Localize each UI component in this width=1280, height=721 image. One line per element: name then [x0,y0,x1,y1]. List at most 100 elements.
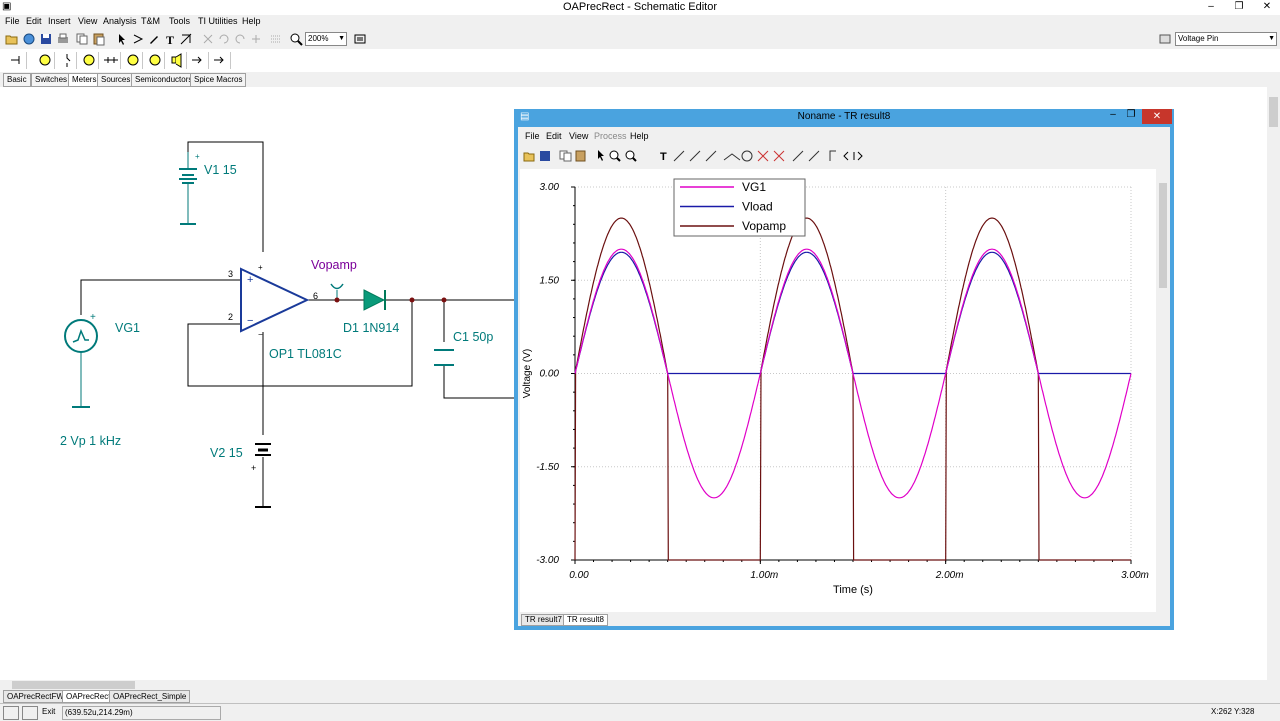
print-icon[interactable] [55,31,71,47]
zoom-icon[interactable] [288,31,304,47]
menu-tm[interactable]: T&M [141,16,160,26]
scroll-thumb[interactable] [1159,183,1167,288]
open-icon[interactable] [4,31,20,47]
undo-icon[interactable] [216,31,232,47]
text-icon[interactable]: T [162,31,178,47]
scroll-thumb[interactable] [1269,97,1278,127]
tab-switches[interactable]: Switches [31,73,72,87]
plus-icon[interactable] [248,31,264,47]
redo-icon[interactable] [232,31,248,47]
pointer-icon[interactable] [114,31,130,47]
led-component-icon[interactable] [124,52,143,69]
result-close-button[interactable]: ✕ [1142,109,1172,124]
terminal-out-component-icon[interactable] [212,52,231,69]
status-coords: (639.52u,214.29m) [62,706,221,720]
y-tick-label: 3.00 [540,182,560,193]
svg-text:T: T [166,33,174,46]
svg-text:−: − [247,315,253,327]
maximize-button[interactable]: ❐ [1228,0,1250,14]
speaker-component-icon[interactable] [168,52,187,69]
menu-edit[interactable]: Edit [26,16,42,26]
y-tick-label: 0.00 [540,369,560,380]
tab-basic[interactable]: Basic [3,73,31,87]
svg-text:+: + [90,312,96,323]
menu-help[interactable]: Help [242,16,261,26]
x-tick-label: 0.00 [569,570,589,581]
x-tick-label: 2.00m [935,570,964,581]
result-tool-icons: T [523,150,863,163]
tab-spice-macros[interactable]: Spice Macros [190,73,247,87]
zoom-select[interactable]: 200% ▼ [305,32,347,46]
tab-meters[interactable]: Meters [68,73,101,87]
doc-tab-oaprecrectfw[interactable]: OAPrecRectFW [3,690,68,703]
meter-component-icon[interactable] [146,52,165,69]
result-menu-file[interactable]: File [525,131,540,141]
waveform-chart: 3.00 1.50 0.00 -1.50 -3.00 0.00 1.00m 2.00m 3.00… [522,178,1149,596]
voltage-pin-select[interactable]: Voltage Pin ▼ [1175,32,1277,46]
component-search-icon[interactable] [352,31,368,47]
wire-icon[interactable] [130,31,146,47]
vg1-value: 2 Vp 1 kHz [60,434,122,448]
scroll-thumb[interactable] [12,681,135,689]
result-menu-bar: File Edit View Process Help [518,127,1170,143]
y-tick-label: 1.50 [540,275,560,286]
tab-tr-result8[interactable]: TR result8 [563,614,608,626]
menu-ti-utilities[interactable]: TI Utilities [198,16,238,26]
minimize-button[interactable]: – [1200,0,1222,14]
result-menu-process[interactable]: Process [594,131,627,141]
status-mode-icon[interactable] [3,706,19,720]
component-bar [0,49,1280,73]
result-minimize-button[interactable]: – [1106,109,1120,120]
result-menu-help[interactable]: Help [630,131,649,141]
save-icon[interactable] [38,31,54,47]
tab-semiconductors[interactable]: Semiconductors [131,73,197,87]
result-menu-edit[interactable]: Edit [546,131,562,141]
result-maximize-button[interactable]: ❐ [1124,109,1138,120]
menu-view[interactable]: View [78,16,97,26]
svg-text:+: + [251,463,256,473]
doc-tab-oaprecrect[interactable]: OAPrecRect [62,690,115,703]
paste-icon[interactable] [91,31,107,47]
vg1-source [64,319,98,408]
v1-battery [179,152,197,225]
tab-sources[interactable]: Sources [97,73,135,87]
pencil-icon[interactable] [146,31,162,47]
status-grid-icon[interactable] [22,706,38,720]
cut-icon[interactable] [200,31,216,47]
menu-file[interactable]: File [5,16,20,26]
globe-icon[interactable] [21,31,37,47]
menu-insert[interactable]: Insert [48,16,71,26]
result-window-body: File Edit View Process Help T 3.00 1.50 … [518,127,1170,626]
result-vertical-scrollbar[interactable] [1158,169,1168,612]
document-tabs: OAPrecRectFW OAPrecRect OAPrecRect_Simpl… [0,690,1280,703]
terminal-in-component-icon[interactable] [190,52,209,69]
x-axis-label: Time (s) [833,584,873,596]
doc-tab-oaprecrect-simple[interactable]: OAPrecRect_Simple [109,690,191,703]
switch-component-icon[interactable] [58,52,77,69]
probe-icon[interactable] [178,31,194,47]
pin-tool-icon[interactable] [1157,31,1173,47]
v1-label: V1 15 [204,163,237,177]
plot-area[interactable]: 3.00 1.50 0.00 -1.50 -3.00 0.00 1.00m 2.00m 3.00… [520,169,1156,612]
ground-component-icon[interactable] [8,52,27,69]
copy-icon[interactable] [74,31,90,47]
horizontal-scrollbar[interactable] [0,680,1267,690]
result-window[interactable]: ▤ Noname - TR result8 – ❐ ✕ File Edit Vi… [514,109,1174,630]
close-button[interactable]: ✕ [1256,0,1278,14]
vopamp-label: Vopamp [311,258,357,272]
exit-button[interactable]: Exit [42,707,55,716]
y-tick-label: -1.50 [536,462,559,473]
menu-analysis[interactable]: Analysis [103,16,137,26]
pin3-label: 3 [228,269,234,279]
pin2-label: 2 [228,312,234,322]
result-menu-view[interactable]: View [569,131,588,141]
op1-label: OP1 TL081C [269,347,342,361]
fuse-component-icon[interactable] [102,52,121,69]
tab-tr-result7[interactable]: TR result7 [521,614,566,626]
lamp-component-icon[interactable] [36,52,55,69]
vertical-scrollbar[interactable] [1267,87,1280,680]
menu-tools[interactable]: Tools [169,16,190,26]
grid-icon[interactable] [268,31,284,47]
bulb-component-icon[interactable] [80,52,99,69]
voltage-pin-value: Voltage Pin [1178,34,1219,43]
